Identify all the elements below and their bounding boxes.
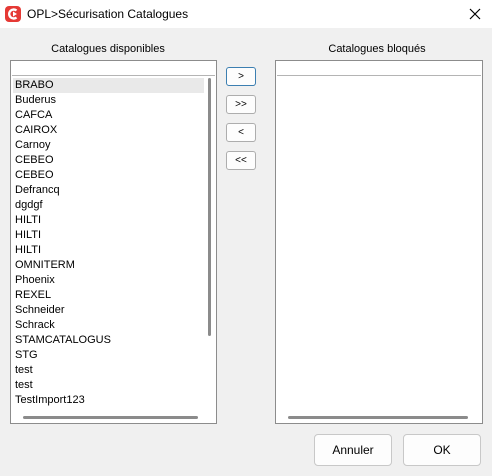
list-item[interactable]: CEBEO bbox=[13, 168, 204, 183]
list-item[interactable]: STG bbox=[13, 348, 204, 363]
vertical-scrollbar[interactable] bbox=[206, 78, 214, 411]
close-button[interactable] bbox=[464, 4, 486, 24]
available-catalogues-list[interactable]: BRABO Buderus CAFCA CAIROX Carnoy CEBEO CEBEO D… bbox=[10, 60, 217, 424]
horizontal-scrollbar[interactable] bbox=[278, 413, 470, 421]
cancel-button[interactable]: Annuler bbox=[314, 434, 392, 466]
list-item[interactable]: HILTI bbox=[13, 228, 204, 243]
close-icon bbox=[469, 8, 481, 20]
list-header bbox=[12, 62, 215, 76]
blocked-catalogues-label: Catalogues bloqués bbox=[328, 43, 426, 55]
list-item[interactable]: HILTI bbox=[13, 213, 204, 228]
ok-button[interactable]: OK bbox=[403, 434, 481, 466]
list-item[interactable]: STAMCATALOGUS bbox=[13, 333, 204, 348]
list-item[interactable]: Schrack bbox=[13, 318, 204, 333]
list-item[interactable]: Phoenix bbox=[13, 273, 204, 288]
scrollbar-thumb[interactable] bbox=[23, 416, 198, 419]
list-item[interactable]: Defrancq bbox=[13, 183, 204, 198]
list-item[interactable]: test bbox=[13, 378, 204, 393]
list-item[interactable]: TestImport123 bbox=[13, 393, 204, 408]
list-item[interactable]: HILTI bbox=[13, 243, 204, 258]
app-logo-icon bbox=[5, 6, 21, 22]
title-bar: OPL>Sécurisation Catalogues bbox=[0, 0, 492, 28]
list-item[interactable]: Carnoy bbox=[13, 138, 204, 153]
remove-all-button[interactable]: << bbox=[226, 151, 256, 170]
add-button[interactable]: > bbox=[226, 67, 256, 86]
list-item[interactable]: Buderus bbox=[13, 93, 204, 108]
blocked-catalogues-list[interactable] bbox=[275, 60, 483, 424]
list-item[interactable]: BRABO bbox=[13, 78, 204, 93]
list-item[interactable]: test bbox=[13, 363, 204, 378]
list-item[interactable]: CAIROX bbox=[13, 123, 204, 138]
list-item[interactable]: CAFCA bbox=[13, 108, 204, 123]
available-catalogues-label: Catalogues disponibles bbox=[51, 43, 165, 55]
add-all-button[interactable]: >> bbox=[226, 95, 256, 114]
list-item[interactable]: OMNITERM bbox=[13, 258, 204, 273]
list-item[interactable]: Schneider bbox=[13, 303, 204, 318]
window-title: OPL>Sécurisation Catalogues bbox=[27, 7, 189, 21]
remove-button[interactable]: < bbox=[226, 123, 256, 142]
list-item[interactable]: CEBEO bbox=[13, 153, 204, 168]
horizontal-scrollbar[interactable] bbox=[13, 413, 204, 421]
list-item[interactable]: dgdgf bbox=[13, 198, 204, 213]
scrollbar-thumb[interactable] bbox=[208, 78, 211, 336]
list-header bbox=[277, 62, 481, 76]
list-item[interactable]: REXEL bbox=[13, 288, 204, 303]
scrollbar-thumb[interactable] bbox=[288, 416, 468, 419]
